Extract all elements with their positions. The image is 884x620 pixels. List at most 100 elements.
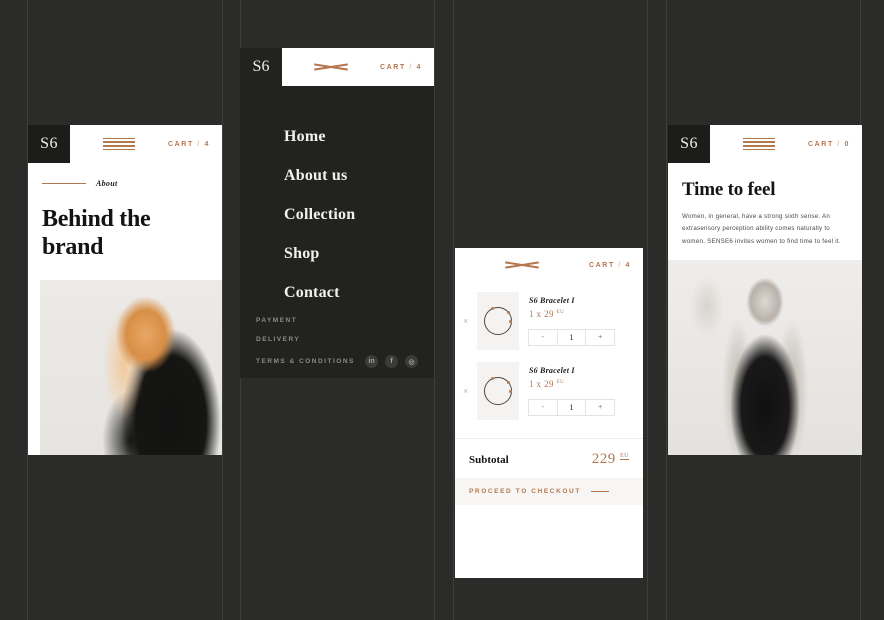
footer-bottom-row: TERMS & CONDITIONS in f ◎ — [256, 355, 418, 368]
close-x-icon[interactable] — [314, 60, 348, 74]
screen-cart: CART / 4 × S6 Bracelet I 1 x 29 EU - 1 +… — [455, 248, 643, 578]
instagram-icon[interactable]: ◎ — [405, 355, 418, 368]
remove-item-icon[interactable]: × — [463, 316, 477, 326]
page-title: Behind the brand — [42, 206, 151, 260]
cart-label: CART — [589, 261, 615, 269]
logo[interactable]: S6 — [668, 125, 710, 163]
cart-item-row: × S6 Bracelet I 1 x 29 EU - 1 + — [455, 286, 643, 356]
footer-link-delivery[interactable]: DELIVERY — [256, 336, 418, 343]
cart-count: 4 — [204, 140, 210, 148]
product-price-currency: EU — [556, 310, 565, 315]
nav-item-contact: Contact — [284, 284, 434, 302]
close-x-icon[interactable] — [505, 258, 539, 272]
menu-footer: PAYMENT DELIVERY TERMS & CONDITIONS in f… — [240, 317, 434, 368]
quantity-increment[interactable]: + — [585, 329, 616, 346]
product-thumbnail[interactable] — [477, 362, 519, 420]
header-right: CART / 0 — [710, 125, 862, 163]
hero-paragraph: Women, in general, have a strong sixth s… — [682, 213, 841, 245]
nav-link-home[interactable]: Home — [284, 128, 326, 145]
nav-item-home: Home — [284, 128, 434, 146]
nav-link-about-us[interactable]: About us — [284, 167, 347, 184]
hamburger-icon[interactable] — [103, 137, 135, 151]
cart-link[interactable]: CART / 4 — [380, 64, 422, 71]
cart-count: 4 — [416, 63, 422, 71]
subtotal-row: Subtotal 229 EU — [455, 438, 643, 478]
header-bar: S6 CART / 4 — [240, 48, 434, 86]
footer-link-terms[interactable]: TERMS & CONDITIONS — [256, 358, 355, 365]
product-price-currency: EU — [556, 380, 565, 385]
product-name: S6 Bracelet I — [529, 366, 575, 375]
quantity-stepper: - 1 + — [528, 329, 616, 346]
layout-guide — [434, 0, 435, 620]
product-price: 1 x 29 EU — [529, 379, 633, 389]
product-price-value: 1 x 29 — [529, 309, 554, 319]
quantity-decrement[interactable]: - — [528, 399, 558, 416]
cart-item-list: × S6 Bracelet I 1 x 29 EU - 1 + × S6 Bra… — [455, 282, 643, 426]
eyebrow-label: About — [96, 179, 118, 188]
social-links: in f ◎ — [365, 355, 418, 368]
quantity-value[interactable]: 1 — [556, 329, 587, 346]
cart-count: 0 — [844, 140, 850, 148]
eyebrow: About — [42, 179, 208, 188]
bracelet-ring-icon — [484, 377, 512, 405]
product-price: 1 x 29 EU — [529, 309, 633, 319]
cart-link[interactable]: CART / 4 — [589, 262, 631, 269]
hero-image — [668, 260, 862, 455]
nav-link-contact[interactable]: Contact — [284, 284, 340, 301]
quantity-decrement[interactable]: - — [528, 329, 558, 346]
logo[interactable]: S6 — [240, 48, 282, 86]
screen-about: S6 CART / 4 About Behind the brand — [28, 125, 222, 455]
about-hero-image — [40, 279, 222, 455]
eyebrow-rule — [42, 182, 86, 185]
header-bar: CART / 4 — [455, 248, 643, 282]
linkedin-icon[interactable]: in — [365, 355, 378, 368]
nav-link-collection[interactable]: Collection — [284, 206, 355, 223]
header-bar: S6 CART / 0 — [668, 125, 862, 163]
cart-item-row: × S6 Bracelet I 1 x 29 EU - 1 + — [455, 356, 643, 426]
hero-body: Time to feel Women, in general, have a s… — [668, 163, 862, 248]
about-body: About Behind the brand — [28, 163, 222, 262]
bracelet-ring-icon — [484, 307, 512, 335]
cart-separator: / — [409, 63, 413, 71]
screen-home: S6 CART / 0 Time to feel Women, in gener… — [668, 125, 862, 455]
checkout-label: PROCEED TO CHECKOUT — [469, 488, 581, 495]
cart-link[interactable]: CART / 0 — [808, 141, 850, 148]
subtotal-currency: EU — [620, 453, 629, 460]
nav-link-shop[interactable]: Shop — [284, 245, 320, 262]
layout-guide — [453, 0, 454, 620]
screenshot-canvas: S6 CART / 4 About Behind the brand S6 CA… — [0, 0, 884, 620]
header-right: CART / 4 — [70, 125, 222, 163]
quantity-stepper: - 1 + — [528, 399, 616, 416]
proceed-to-checkout-button[interactable]: PROCEED TO CHECKOUT — [455, 478, 643, 505]
cart-link[interactable]: CART / 4 — [168, 141, 210, 148]
hamburger-icon[interactable] — [743, 137, 775, 151]
cart-label: CART — [380, 63, 406, 71]
nav-item-about-us: About us — [284, 167, 434, 185]
product-thumbnail[interactable] — [477, 292, 519, 350]
header-right: CART / 4 — [282, 48, 434, 86]
header-bar: S6 CART / 4 — [28, 125, 222, 163]
nav-menu: Home About us Collection Shop Contact — [240, 86, 434, 302]
footer-link-payment[interactable]: PAYMENT — [256, 317, 418, 324]
layout-guide — [222, 0, 223, 620]
cart-separator: / — [618, 261, 622, 269]
nav-item-shop: Shop — [284, 245, 434, 263]
remove-item-icon[interactable]: × — [463, 386, 477, 396]
product-info: S6 Bracelet I 1 x 29 EU - 1 + — [519, 296, 633, 346]
layout-guide — [647, 0, 648, 620]
arrow-right-icon — [590, 490, 609, 493]
subtotal-amount: 229 EU — [592, 451, 629, 468]
product-name: S6 Bracelet I — [529, 296, 575, 305]
cart-count: 4 — [625, 261, 631, 269]
facebook-icon[interactable]: f — [385, 355, 398, 368]
hero-title: Time to feel — [682, 179, 776, 200]
quantity-increment[interactable]: + — [585, 399, 616, 416]
subtotal-label: Subtotal — [469, 454, 509, 466]
subtotal-value: 229 — [591, 451, 616, 467]
cart-label: CART — [168, 140, 194, 148]
cart-separator: / — [197, 140, 201, 148]
quantity-value[interactable]: 1 — [556, 399, 587, 416]
product-info: S6 Bracelet I 1 x 29 EU - 1 + — [519, 366, 633, 416]
cart-label: CART — [808, 140, 834, 148]
logo[interactable]: S6 — [28, 125, 70, 163]
